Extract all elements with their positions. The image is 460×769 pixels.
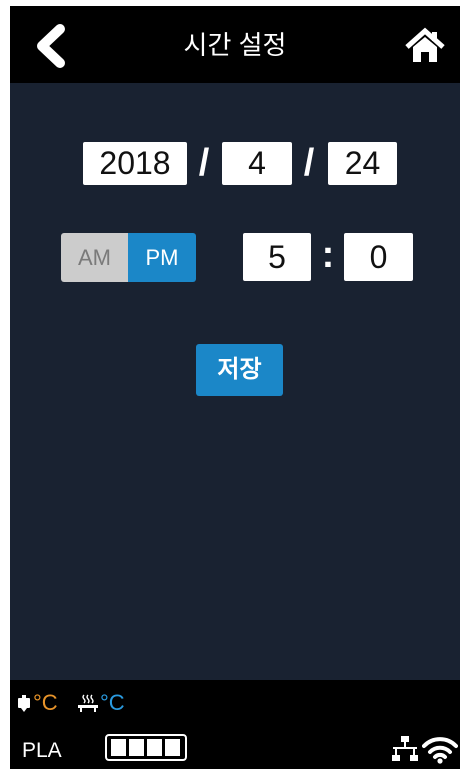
battery-cell xyxy=(129,739,144,756)
header-bar: 시간 설정 xyxy=(10,6,460,83)
heated-bed-icon xyxy=(78,694,98,712)
year-field[interactable]: 2018 xyxy=(83,142,187,185)
battery-icon xyxy=(105,734,187,761)
day-field[interactable]: 24 xyxy=(328,142,397,185)
material-label: PLA xyxy=(22,739,62,762)
battery-cell xyxy=(111,739,126,756)
time-separator: : xyxy=(321,234,335,276)
hour-field[interactable]: 5 xyxy=(243,233,311,281)
pm-button[interactable]: PM xyxy=(128,233,196,282)
battery-cell xyxy=(165,739,180,756)
nozzle-icon xyxy=(18,695,30,712)
device-screen: 시간 설정 2018 / 4 / 24 AM PM 5 : 0 저장 °C °C… xyxy=(10,6,460,769)
home-icon[interactable] xyxy=(404,26,446,66)
nozzle-temp-unit: °C xyxy=(33,690,58,715)
status-bar: °C °C PLA xyxy=(10,680,460,769)
bed-temp: °C xyxy=(78,690,138,716)
ethernet-icon xyxy=(392,736,418,761)
page-title: 시간 설정 xyxy=(183,30,287,60)
minute-field[interactable]: 0 xyxy=(344,233,413,281)
nozzle-temp: °C xyxy=(18,690,68,716)
date-separator: / xyxy=(303,142,315,184)
save-button[interactable]: 저장 xyxy=(196,344,283,396)
wifi-icon xyxy=(422,737,458,764)
am-pm-toggle: AM PM xyxy=(61,233,196,282)
am-button[interactable]: AM xyxy=(61,233,128,282)
bed-temp-unit: °C xyxy=(100,690,125,715)
battery-cell xyxy=(147,739,162,756)
month-field[interactable]: 4 xyxy=(222,142,292,185)
date-separator: / xyxy=(198,142,210,184)
